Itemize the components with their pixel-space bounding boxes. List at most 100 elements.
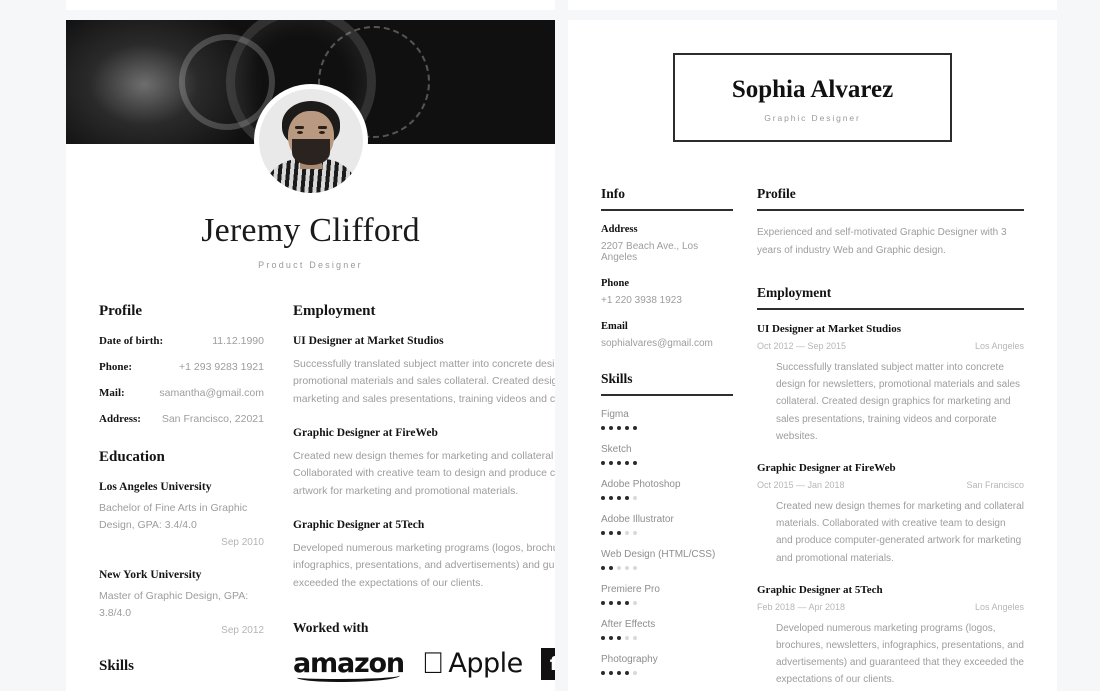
- dot-filled-icon: [617, 531, 621, 535]
- profile-value: 11.12.1990: [212, 335, 264, 347]
- dot-filled-icon: [609, 601, 613, 605]
- job-description: Created new design themes for marketing …: [293, 449, 555, 497]
- job-date: Oct 2012 — Sep 2015: [757, 341, 847, 351]
- dot-filled-icon: [633, 461, 637, 465]
- skill-rating-row: Photography: [601, 654, 733, 675]
- profile-value: +1 293 9283 1921: [179, 361, 264, 373]
- page-title: Jeremy Clifford: [201, 212, 420, 249]
- apple-icon: : [422, 648, 445, 679]
- facebook-logo: facebook: [540, 647, 555, 680]
- dot-filled-icon: [625, 426, 629, 430]
- dot-filled-icon: [601, 636, 605, 640]
- job-title: Graphic Designer at FireWeb: [757, 461, 896, 474]
- screenshot-stage: 85 Jeremy Clifford Product Designer Prof…: [0, 0, 1100, 691]
- dot-empty-icon: [617, 566, 621, 570]
- profile-row-mail: Mail: samantha@gmail.com: [99, 387, 264, 399]
- dot-empty-icon: [633, 566, 637, 570]
- education-school: Los Angeles University: [99, 481, 212, 493]
- job-location: San Francisco: [966, 479, 1024, 490]
- resume-page-left[interactable]: 85 Jeremy Clifford Product Designer Prof…: [66, 20, 555, 691]
- job-description: Developed numerous marketing programs (l…: [776, 622, 1024, 686]
- dot-filled-icon: [609, 671, 613, 675]
- info-value: 2207 Beach Ave., Los Angeles: [601, 241, 699, 263]
- employment-item: UI Designer at Market Studios Oct 2012 —…: [757, 323, 1024, 445]
- dot-filled-icon: [625, 461, 629, 465]
- profile-summary: Experienced and self-motivated Graphic D…: [757, 227, 1007, 256]
- employment-item: Graphic Designer at 5Tech Feb 2018 — Apr…: [757, 584, 1024, 689]
- dot-empty-icon: [625, 566, 629, 570]
- job-role-subtitle: Product Designer: [258, 260, 363, 270]
- right-column: Profile Experienced and self-motivated G…: [757, 186, 1024, 691]
- job-title: UI Designer at Market Studios: [293, 335, 444, 347]
- left-column: Profile Date of birth: 11.12.1990 Phone:…: [99, 303, 264, 691]
- dot-empty-icon: [633, 601, 637, 605]
- dot-filled-icon: [625, 601, 629, 605]
- info-value: +1 220 3938 1923: [601, 295, 682, 306]
- profile-rows: Date of birth: 11.12.1990 Phone: +1 293 …: [99, 335, 264, 425]
- apple-logo:  Apple: [422, 648, 523, 679]
- dot-filled-icon: [609, 636, 613, 640]
- dot-filled-icon: [609, 566, 613, 570]
- resume-page-right[interactable]: Sophia Alvarez Graphic Designer Info Add…: [568, 20, 1057, 691]
- skill-rating-row: Web Design (HTML/CSS): [601, 549, 733, 570]
- apple-logo-label: Apple: [425, 648, 523, 691]
- previous-page-left: [66, 0, 555, 10]
- profile-row-phone: Phone: +1 293 9283 1921: [99, 361, 264, 373]
- profile-key: Address:: [99, 413, 141, 425]
- dot-filled-icon: [601, 566, 605, 570]
- dot-filled-icon: [609, 531, 613, 535]
- section-heading-employment: Employment: [293, 303, 376, 319]
- job-role-subtitle: Graphic Designer: [764, 113, 861, 123]
- section-heading-worked-with: Worked with: [293, 619, 369, 635]
- dot-filled-icon: [609, 426, 613, 430]
- info-item-address: Address 2207 Beach Ave., Los Angeles: [601, 224, 733, 263]
- job-date: Oct 2015 — Jan 2018: [757, 479, 845, 490]
- dot-filled-icon: [601, 426, 605, 430]
- dot-empty-icon: [633, 671, 637, 675]
- dot-empty-icon: [633, 636, 637, 640]
- section-heading-profile: Profile: [757, 186, 1024, 211]
- dot-empty-icon: [633, 531, 637, 535]
- employment-item: Graphic Designer at FireWeb Oct 2015 — J…: [757, 462, 1024, 567]
- job-location: Los Angeles: [974, 341, 1024, 351]
- dot-filled-icon: [617, 636, 621, 640]
- dot-empty-icon: [625, 636, 629, 640]
- job-title: Graphic Designer at 5Tech: [757, 583, 883, 596]
- skill-rating-row: Sketch: [601, 444, 733, 465]
- education-description: Master of Graphic Design, GPA: 3.8/4.0: [99, 590, 249, 619]
- section-heading-skills: Skills: [601, 371, 733, 396]
- info-label: Email: [601, 321, 628, 332]
- skill-name: After Effects: [601, 619, 656, 630]
- employment-item: UI Designer at Market Studios Oct 2012 —…: [293, 335, 555, 408]
- job-description: Developed numerous marketing programs (l…: [293, 541, 555, 589]
- section-heading-employment: Employment: [757, 285, 1024, 310]
- client-logos: amazon  Apple facebook: [293, 647, 555, 683]
- profile-value: San Francisco, 22021: [161, 413, 264, 425]
- skill-rating-row: Adobe Photoshop: [601, 479, 733, 500]
- info-item-phone: Phone +1 220 3938 1923: [601, 278, 733, 306]
- profile-key: Mail:: [99, 387, 125, 399]
- job-date: Feb 2018 — Apr 2018: [757, 601, 846, 612]
- skill-level-dots: [601, 496, 733, 500]
- info-label: Phone: [601, 278, 630, 289]
- dot-filled-icon: [625, 496, 629, 500]
- info-label: Address: [601, 224, 638, 235]
- profile-photo-illustration: [259, 89, 363, 193]
- job-title: UI Designer at Market Studios: [757, 323, 902, 335]
- profile-key: Phone:: [99, 361, 132, 373]
- dot-filled-icon: [601, 496, 605, 500]
- profile-value: samantha@gmail.com: [159, 387, 264, 399]
- skill-name: Figma: [601, 409, 629, 420]
- dot-empty-icon: [633, 496, 637, 500]
- education-school: New York University: [99, 569, 202, 581]
- profile-row-address: Address: San Francisco, 22021: [99, 413, 264, 425]
- skill-rating-row: Figma: [601, 409, 733, 430]
- dot-empty-icon: [625, 531, 629, 535]
- section-heading-profile: Profile: [99, 303, 143, 319]
- section-heading-skills: Skills: [99, 658, 135, 674]
- skill-name: Adobe Photoshop: [601, 479, 681, 490]
- dot-filled-icon: [617, 671, 621, 675]
- skill-rating-row: After Effects: [601, 619, 733, 640]
- dot-filled-icon: [617, 496, 621, 500]
- employment-item: Graphic Designer at 5Tech Feb 2018 — Apr…: [293, 519, 555, 592]
